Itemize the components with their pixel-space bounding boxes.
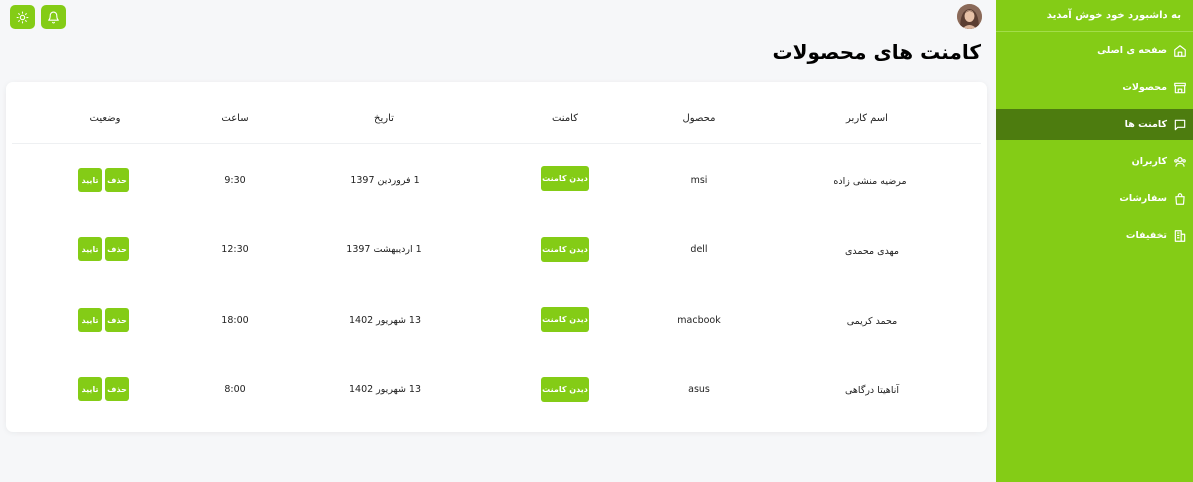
sidebar-item-label: صفحه ی اصلی: [1097, 45, 1167, 56]
approve-button[interactable]: تایید: [78, 377, 102, 401]
delete-button[interactable]: حذف: [105, 308, 129, 332]
sidebar-item-label: تخفیفات: [1125, 230, 1167, 241]
cell-date: 13 شهریور 1402: [348, 315, 422, 326]
sidebar-item-label: کاربران: [1131, 156, 1167, 167]
user-avatar-image: [957, 4, 982, 29]
cell-user: آناهیتا درگاهی: [845, 385, 899, 396]
comment-icon: [1172, 117, 1188, 133]
header-divider: [12, 143, 981, 144]
discount-building-icon: [1172, 228, 1188, 244]
sidebar-item-comments[interactable]: کامنت ها: [996, 109, 1193, 140]
sidebar-item-discounts[interactable]: تخفیفات: [996, 220, 1193, 251]
view-comment-button[interactable]: دیدن کامنت: [541, 377, 589, 402]
comments-table-card: اسم کاربر محصول کامنت تاریخ ساعت وضعیت م…: [6, 82, 987, 432]
sidebar-item-label: سفارشات: [1119, 193, 1167, 204]
column-header-date: تاریخ: [374, 113, 394, 124]
store-icon: [1172, 80, 1188, 96]
column-header-user: اسم کاربر: [846, 113, 888, 124]
cell-date: 1 فروردین 1397: [350, 175, 420, 186]
cell-product: asus: [688, 384, 710, 395]
cell-time: 9:30: [224, 175, 246, 186]
home-icon: [1172, 43, 1188, 59]
sidebar-title: به داشبورد خود خوش آمدید: [996, 0, 1193, 32]
delete-button[interactable]: حذف: [105, 237, 129, 261]
avatar[interactable]: [957, 4, 982, 29]
shopping-bag-icon: [1172, 191, 1188, 207]
users-icon: [1172, 154, 1188, 170]
approve-button[interactable]: تایید: [78, 237, 102, 261]
sidebar-item-label: محصولات: [1122, 82, 1167, 93]
sidebar-item-orders[interactable]: سفارشات: [996, 183, 1193, 214]
cell-user: مرضیه منشی زاده: [833, 176, 907, 187]
cell-time: 12:30: [221, 244, 249, 255]
cell-date: 13 شهریور 1402: [348, 384, 422, 395]
cell-product: dell: [690, 244, 708, 255]
sun-icon: [16, 11, 29, 23]
cell-user: مهدی محمدی: [844, 246, 900, 257]
bell-icon: [48, 11, 59, 23]
cell-product: macbook: [677, 315, 721, 326]
column-header-comment: کامنت: [551, 113, 579, 124]
view-comment-button[interactable]: دیدن کامنت: [541, 166, 589, 191]
notifications-button[interactable]: [41, 5, 66, 29]
cell-time: 18:00: [221, 315, 249, 326]
column-header-time: ساعت: [221, 113, 249, 124]
sidebar-item-products[interactable]: محصولات: [996, 72, 1193, 103]
cell-date: 1 اردیبهشت 1397: [346, 244, 422, 255]
sidebar-item-users[interactable]: کاربران: [996, 146, 1193, 177]
view-comment-button[interactable]: دیدن کامنت: [541, 237, 589, 262]
page-title: کامنت های محصولات: [772, 40, 981, 64]
approve-button[interactable]: تایید: [78, 168, 102, 192]
sidebar-item-label: کامنت ها: [1124, 119, 1167, 130]
approve-button[interactable]: تایید: [78, 308, 102, 332]
delete-button[interactable]: حذف: [105, 377, 129, 401]
sidebar-nav: صفحه ی اصلی محصولات کامنت ها کاربران سفا…: [996, 35, 1193, 251]
theme-toggle-button[interactable]: [10, 5, 35, 29]
sidebar: به داشبورد خود خوش آمدید صفحه ی اصلی محص…: [996, 0, 1193, 482]
column-header-status: وضعیت: [89, 113, 121, 124]
view-comment-button[interactable]: دیدن کامنت: [541, 307, 589, 332]
delete-button[interactable]: حذف: [105, 168, 129, 192]
cell-user: محمد کریمی: [846, 316, 898, 327]
column-header-product: محصول: [682, 113, 716, 124]
sidebar-item-home[interactable]: صفحه ی اصلی: [996, 35, 1193, 66]
cell-product: msi: [690, 175, 708, 186]
cell-time: 8:00: [224, 384, 246, 395]
